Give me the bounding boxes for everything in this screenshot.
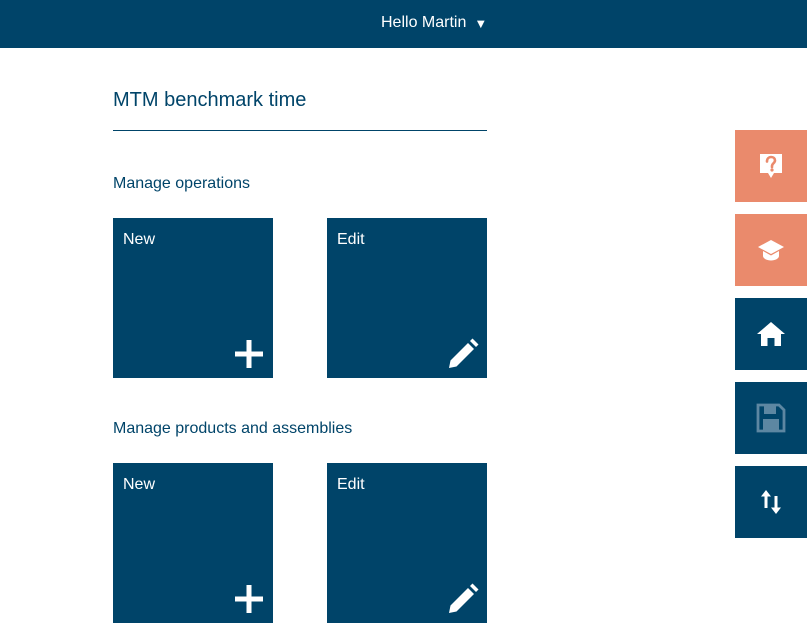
user-menu[interactable]: Hello Martin ▼: [381, 12, 487, 34]
title-divider: [113, 130, 487, 131]
top-bar: Hello Martin ▼: [0, 0, 807, 48]
plus-icon: [235, 340, 263, 368]
caret-down-icon: ▼: [474, 15, 488, 31]
tile-label: Edit: [337, 476, 365, 493]
section-heading-operations: Manage operations: [113, 175, 250, 192]
edit-product-tile[interactable]: Edit: [327, 463, 487, 623]
graduation-cap-icon: [758, 240, 784, 261]
home-icon: [757, 322, 785, 346]
tile-label: Edit: [337, 231, 365, 248]
edit-operation-tile[interactable]: Edit: [327, 218, 487, 378]
page-title: MTM benchmark time: [113, 89, 307, 111]
section-heading-products: Manage products and assemblies: [113, 420, 353, 437]
sort-arrows-icon: [761, 490, 781, 514]
tile-label: New: [123, 231, 156, 248]
help-icon: [760, 154, 782, 178]
help-button[interactable]: [735, 130, 807, 202]
new-product-tile[interactable]: New: [113, 463, 273, 623]
home-button[interactable]: [735, 298, 807, 370]
training-button[interactable]: [735, 214, 807, 286]
tile-label: New: [123, 476, 156, 493]
sort-button[interactable]: [735, 466, 807, 538]
plus-icon: [235, 585, 263, 613]
new-operation-tile[interactable]: New: [113, 218, 273, 378]
pencil-icon: [449, 583, 479, 613]
save-icon: [756, 403, 786, 433]
user-greeting: Hello Martin: [381, 14, 467, 31]
pencil-icon: [449, 338, 479, 368]
save-button[interactable]: [735, 382, 807, 454]
